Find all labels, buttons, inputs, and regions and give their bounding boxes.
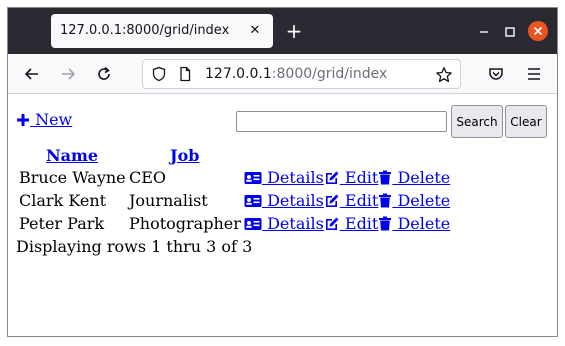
new-link-label: New [30,110,73,129]
back-arrow-icon[interactable] [22,64,42,84]
edit-icon [325,171,339,184]
edit-label: Edit [339,191,379,210]
column-header-job[interactable]: Job [170,146,199,165]
row-count-status: Displaying rows 1 thru 3 of 3 [16,237,253,256]
shield-icon[interactable] [151,66,167,86]
delete-link[interactable]: Delete [378,168,450,187]
delete-link[interactable]: Delete [378,214,450,233]
search-input[interactable] [236,111,447,132]
cell-name: Clark Kent [19,191,107,210]
id-card-icon [244,218,262,230]
cell-name: Peter Park [19,214,105,233]
trash-icon [379,193,392,208]
minimize-icon[interactable] [473,21,495,43]
edit-link[interactable]: Edit [324,168,379,187]
tab-title: 127.0.0.1:8000/grid/index [60,23,230,38]
edit-label: Edit [339,214,379,233]
delete-link[interactable]: Delete [378,191,450,210]
tab-close-icon[interactable]: ✕ [247,23,263,39]
url-bar[interactable]: 127.0.0.1:8000/grid/index [142,59,461,89]
forward-arrow-icon[interactable] [58,64,78,84]
edit-icon [325,217,339,230]
details-link[interactable]: Details [244,191,324,210]
details-label: Details [262,168,324,187]
edit-icon [325,194,339,207]
active-tab[interactable]: 127.0.0.1:8000/grid/index ✕ [51,14,273,48]
id-card-icon [244,172,262,184]
cell-job: Journalist [129,191,208,210]
url-host: 127.0.0.1 [205,66,272,82]
trash-icon [379,170,392,185]
details-label: Details [262,214,324,233]
cell-job: Photographer [129,214,241,233]
new-tab-plus-icon[interactable]: + [284,21,304,41]
navigation-bar: 127.0.0.1:8000/grid/index [8,54,557,94]
window-close-icon[interactable] [528,21,548,41]
page-icon[interactable] [177,66,193,86]
column-header-name[interactable]: Name [46,146,98,165]
cell-name: Bruce Wayne [19,168,126,187]
row-actions: Details Edit Delete [244,191,450,210]
edit-label: Edit [339,168,379,187]
maximize-icon[interactable] [499,21,521,43]
edit-link[interactable]: Edit [324,191,379,210]
details-link[interactable]: Details [244,214,324,233]
delete-label: Delete [392,191,451,210]
cell-job: CEO [129,168,167,187]
url-text[interactable]: 127.0.0.1:8000/grid/index [205,66,387,82]
new-link[interactable]: New [16,110,72,129]
delete-label: Delete [392,168,451,187]
url-path: :8000/grid/index [271,66,388,82]
edit-link[interactable]: Edit [324,214,379,233]
delete-label: Delete [392,214,451,233]
row-actions: Details Edit Delete [244,214,450,233]
plus-icon [17,114,29,126]
clear-button[interactable]: Clear [505,105,547,138]
details-label: Details [262,191,324,210]
menu-hamburger-icon[interactable] [524,64,544,84]
details-link[interactable]: Details [244,168,324,187]
row-actions: Details Edit Delete [244,168,450,187]
page-content: New Search Clear Name Job Bruce Wayne CE… [8,94,557,336]
search-button[interactable]: Search [451,105,503,138]
browser-window: 127.0.0.1:8000/grid/index ✕ + 127.0.0.1:… [7,7,558,337]
reload-icon[interactable] [94,64,114,84]
trash-icon [379,216,392,231]
bookmark-star-icon[interactable] [435,66,453,88]
id-card-icon [244,195,262,207]
tab-strip: 127.0.0.1:8000/grid/index ✕ + [8,8,557,54]
pocket-icon[interactable] [486,64,506,84]
